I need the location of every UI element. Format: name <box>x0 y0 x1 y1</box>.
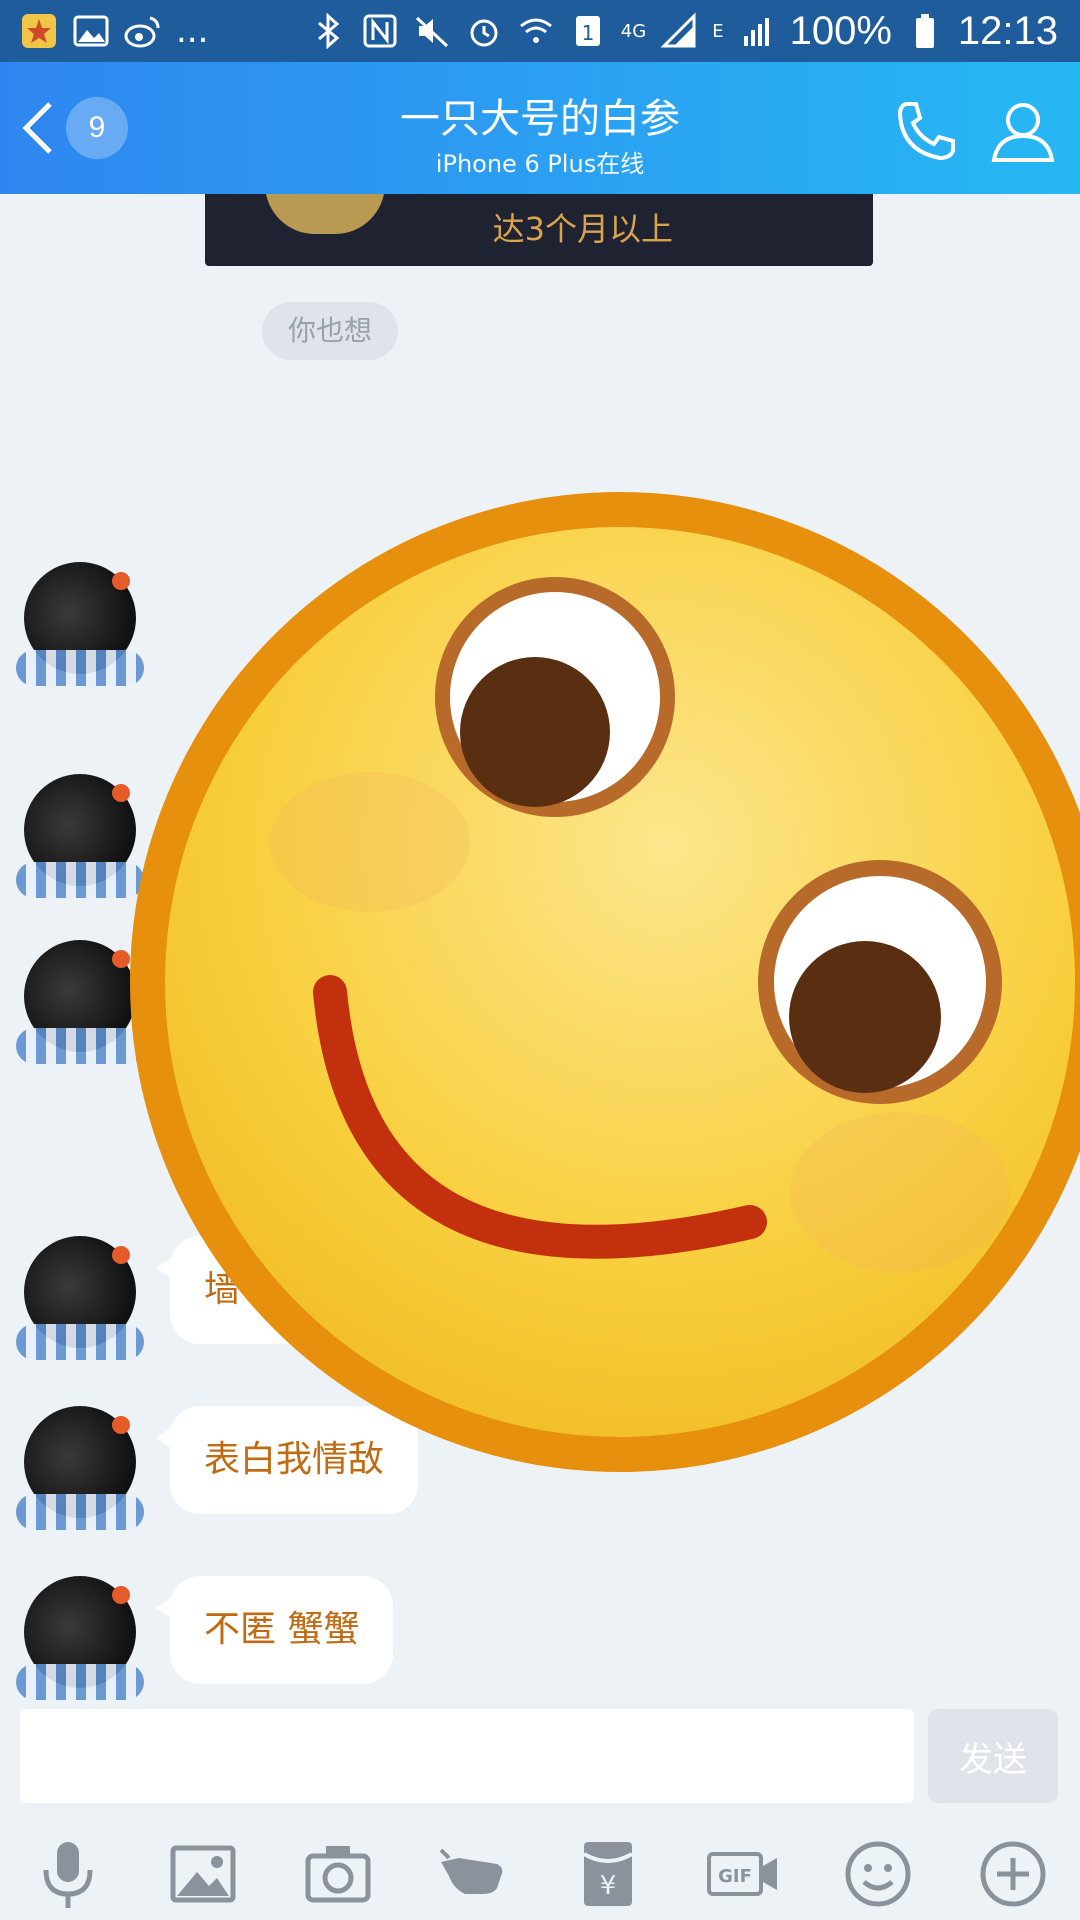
message-input[interactable] <box>20 1709 914 1803</box>
input-area: 发送 ¥ GIF <box>0 1709 1080 1920</box>
plus-icon <box>980 1841 1045 1906</box>
poke-icon <box>439 1848 502 1894</box>
phone-icon[interactable] <box>892 96 962 166</box>
message-bubble[interactable]: 不匿 蟹蟹 <box>155 1576 394 1684</box>
red-packet-button[interactable]: ¥ <box>568 1834 648 1914</box>
weibo-icon <box>124 16 160 48</box>
svg-text:1: 1 <box>581 21 594 45</box>
avatar-decoration <box>112 1586 130 1604</box>
nfc-icon <box>363 14 397 48</box>
gif-button[interactable]: GIF <box>703 1834 783 1914</box>
card-text: 达3个月以上 <box>492 210 673 248</box>
microphone-icon <box>43 1841 92 1908</box>
gallery-icon <box>73 15 109 47</box>
network-type-2: E <box>712 20 724 42</box>
card-badge-graphic <box>265 194 385 234</box>
avatar-scarf <box>16 1494 144 1530</box>
photo-button[interactable] <box>163 1834 243 1914</box>
emoji-icon <box>845 1841 910 1906</box>
poke-button[interactable] <box>433 1834 513 1914</box>
more-button[interactable] <box>973 1834 1053 1914</box>
emoji-button[interactable] <box>838 1834 918 1914</box>
status-bar: ... 1 4G E 100% 12:13 <box>0 0 1080 62</box>
network-type: 4G <box>620 20 647 42</box>
battery-icon <box>915 14 934 48</box>
svg-text:GIF: GIF <box>718 1866 752 1887</box>
signal-2-icon <box>743 18 769 46</box>
alarm-icon <box>470 19 498 47</box>
gif-icon: GIF <box>706 1851 777 1896</box>
smiley-emoji-icon <box>130 492 1080 1472</box>
wifi-icon <box>519 18 552 43</box>
voice-button[interactable] <box>28 1834 108 1914</box>
profile-icon[interactable] <box>988 96 1058 166</box>
bluetooth-icon <box>317 12 340 50</box>
avatar-scarf <box>16 1664 144 1700</box>
image-icon <box>170 1845 235 1902</box>
camera-button[interactable] <box>298 1834 378 1914</box>
red-packet-icon: ¥ <box>582 1841 633 1906</box>
sim-1-icon: 1 <box>575 16 600 46</box>
system-message: 你也想 <box>262 302 399 360</box>
camera-icon <box>305 1845 370 1902</box>
battery-percent: 100% <box>789 8 892 53</box>
achievement-card[interactable]: 达3个月以上 <box>205 194 873 266</box>
chat-area[interactable]: 达3个月以上 你也想 墙 表白202003彭琪迪 表白我情敌 不匿 蟹蟹 <box>0 194 1080 1709</box>
mute-icon <box>415 16 448 48</box>
signal-icon <box>660 12 696 48</box>
send-button[interactable]: 发送 <box>928 1709 1058 1803</box>
clock: 12:13 <box>957 8 1058 53</box>
svg-text:¥: ¥ <box>599 1871 616 1901</box>
star-app-icon <box>22 14 56 48</box>
input-toolbar: ¥ GIF <box>0 1827 1080 1920</box>
status-more: ... <box>176 11 209 51</box>
avatar[interactable] <box>16 1576 144 1700</box>
chat-header: 9 一只大号的白参 iPhone 6 Plus在线 <box>0 62 1080 194</box>
